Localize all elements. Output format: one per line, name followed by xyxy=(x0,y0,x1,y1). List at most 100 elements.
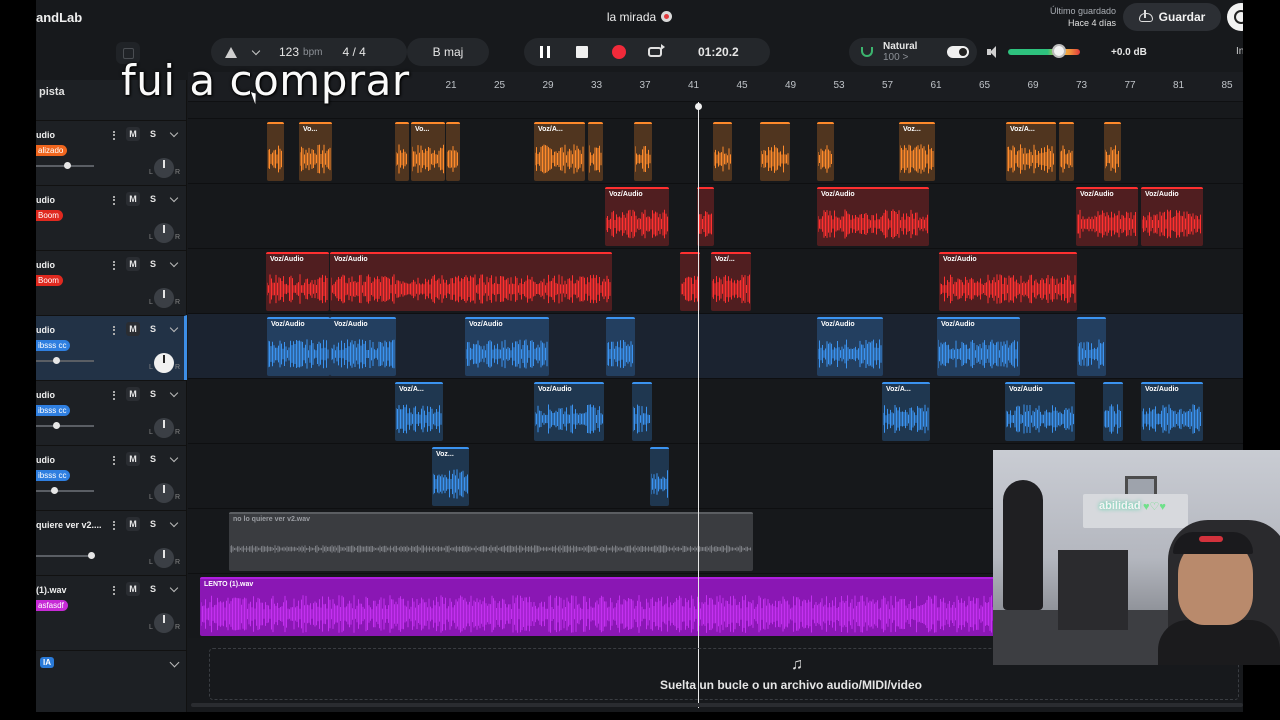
audio-clip[interactable]: Voz/Audio xyxy=(267,317,330,376)
audio-clip[interactable]: Voz/Audio xyxy=(330,317,396,376)
audio-clip[interactable]: Voz/... xyxy=(711,252,751,311)
key-selector[interactable]: B maj xyxy=(407,38,489,66)
track-header[interactable]: udio Boom M S L R xyxy=(36,185,187,250)
track-preset-badge[interactable]: Boom xyxy=(36,275,63,286)
loop-icon[interactable] xyxy=(648,44,665,57)
track-name[interactable]: udio xyxy=(36,325,55,335)
more-options-icon[interactable] xyxy=(113,261,115,270)
ai-badge[interactable]: IA xyxy=(40,657,54,668)
audio-clip[interactable] xyxy=(634,122,652,181)
more-options-icon[interactable] xyxy=(113,586,115,595)
audio-clip[interactable]: Voz/Audio xyxy=(1141,382,1203,441)
chevron-down-icon[interactable] xyxy=(169,258,179,268)
track-lane[interactable]: Voz/Audio Voz/Audio Voz/Audio Voz/Audio xyxy=(188,183,1243,248)
master-volume-knob[interactable] xyxy=(1052,44,1066,58)
track-name[interactable]: udio xyxy=(36,130,55,140)
track-lane[interactable]: Voz/Audio Voz/Audio Voz/Audio Voz/Audio Voz/… xyxy=(188,313,1243,378)
track-preset-badge[interactable]: Boom xyxy=(36,210,63,221)
track-name[interactable]: (1).wav xyxy=(36,585,67,595)
track-preset-badge[interactable]: asfasdf xyxy=(36,600,68,611)
pan-knob[interactable] xyxy=(154,288,174,308)
chevron-down-icon[interactable] xyxy=(169,583,179,593)
solo-button[interactable]: S xyxy=(146,517,160,531)
audio-clip[interactable] xyxy=(446,122,460,181)
audio-clip[interactable]: Voz/Audio xyxy=(939,252,1077,311)
track-header[interactable]: udio ibsss cc M S L R xyxy=(36,380,187,445)
track-header[interactable]: udio ibsss cc M S L R xyxy=(36,445,187,510)
save-button[interactable]: Guardar xyxy=(1123,3,1221,31)
track-lane[interactable]: Voz/Audio Voz/Audio Voz/... Voz/Audio xyxy=(188,248,1243,313)
mute-button[interactable]: M xyxy=(126,322,140,336)
solo-button[interactable]: S xyxy=(146,387,160,401)
track-header[interactable]: udio Boom M S L R xyxy=(36,250,187,315)
add-track-button[interactable]: pista xyxy=(39,86,65,98)
pan-knob[interactable] xyxy=(154,418,174,438)
track-preset-badge[interactable]: ibsss cc xyxy=(36,405,71,416)
mute-button[interactable]: M xyxy=(126,387,140,401)
audio-clip[interactable] xyxy=(632,382,652,441)
pan-knob[interactable] xyxy=(154,548,174,568)
audio-clip[interactable]: Voz... xyxy=(432,447,469,506)
mute-button[interactable]: M xyxy=(126,517,140,531)
chevron-down-icon[interactable] xyxy=(169,388,179,398)
audio-clip[interactable] xyxy=(650,447,669,506)
mute-button[interactable]: M xyxy=(126,452,140,466)
pause-button[interactable] xyxy=(540,46,550,58)
track-lane[interactable]: Vo... Vo... Voz/A... Voz... Voz/A... xyxy=(188,118,1243,183)
track-volume-knob[interactable] xyxy=(53,357,60,364)
pan-knob[interactable] xyxy=(154,158,174,178)
audio-clip[interactable] xyxy=(1059,122,1074,181)
track-volume-fader[interactable] xyxy=(36,360,94,362)
track-header[interactable]: quiere ver v2.... M S L R xyxy=(36,510,187,575)
pan-knob[interactable] xyxy=(154,353,174,373)
audio-clip[interactable]: Voz/Audio xyxy=(937,317,1020,376)
audio-clip[interactable] xyxy=(1104,122,1121,181)
track-volume-fader[interactable] xyxy=(36,425,94,427)
audio-clip-muted[interactable]: no lo quiere ver v2.wav xyxy=(229,512,753,571)
visibility-icon[interactable] xyxy=(661,11,673,22)
chevron-down-icon[interactable] xyxy=(169,657,180,668)
mute-button[interactable]: M xyxy=(126,257,140,271)
project-title[interactable]: la mirada xyxy=(607,10,656,24)
master-volume-slider[interactable] xyxy=(1008,49,1080,55)
chevron-down-icon[interactable] xyxy=(169,128,179,138)
track-name[interactable]: udio xyxy=(36,390,55,400)
audio-clip[interactable] xyxy=(1077,317,1106,376)
ai-row[interactable]: IA xyxy=(36,650,187,676)
audio-clip[interactable]: Voz/Audio xyxy=(266,252,329,311)
audio-clip[interactable] xyxy=(713,122,732,181)
playhead[interactable] xyxy=(698,102,699,708)
chevron-down-icon[interactable] xyxy=(169,518,179,528)
audio-clip[interactable] xyxy=(680,252,700,311)
chevron-down-icon[interactable] xyxy=(169,193,179,203)
solo-button[interactable]: S xyxy=(146,192,160,206)
natural-text[interactable]: Natural 100 > xyxy=(883,41,917,63)
speaker-icon[interactable] xyxy=(987,46,999,58)
track-volume-knob[interactable] xyxy=(51,487,58,494)
chevron-down-icon[interactable] xyxy=(169,323,179,333)
track-name[interactable]: quiere ver v2.... xyxy=(36,520,102,530)
track-volume-knob[interactable] xyxy=(53,422,60,429)
track-volume-knob[interactable] xyxy=(88,552,95,559)
audio-clip[interactable]: Voz/Audio xyxy=(330,252,612,311)
solo-button[interactable]: S xyxy=(146,452,160,466)
more-options-icon[interactable] xyxy=(113,131,115,140)
solo-button[interactable]: S xyxy=(146,257,160,271)
edge-button[interactable]: In xyxy=(1236,46,1243,57)
audio-clip[interactable] xyxy=(817,122,834,181)
audio-clip[interactable] xyxy=(1103,382,1123,441)
audio-clip[interactable]: Vo... xyxy=(299,122,332,181)
more-options-icon[interactable] xyxy=(113,391,115,400)
track-preset-badge[interactable]: alizado xyxy=(36,145,68,156)
more-options-icon[interactable] xyxy=(113,456,115,465)
chevron-down-icon[interactable] xyxy=(251,46,261,55)
playhead-handle[interactable] xyxy=(695,103,702,110)
track-volume-knob[interactable] xyxy=(64,162,71,169)
audio-clip[interactable]: Voz/A... xyxy=(882,382,930,441)
audio-clip[interactable]: Voz... xyxy=(899,122,935,181)
audio-clip[interactable]: Voz/A... xyxy=(534,122,585,181)
solo-button[interactable]: S xyxy=(146,127,160,141)
more-options-icon[interactable] xyxy=(113,326,115,335)
more-options-icon[interactable] xyxy=(113,196,115,205)
track-name[interactable]: udio xyxy=(36,195,55,205)
